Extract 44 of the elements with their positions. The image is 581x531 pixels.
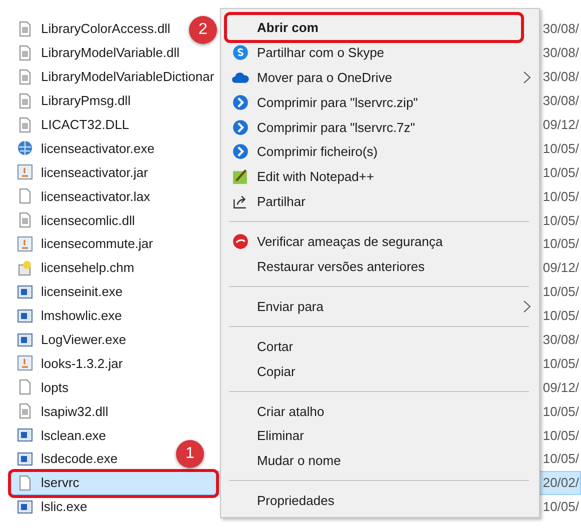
file-name: lslic.exe [41,499,88,514]
file-date: 10/05/ [542,308,579,324]
file-name: lopts [41,380,68,395]
file-name: licenseactivator.lax [41,188,150,204]
file-date: 10/05/ [542,356,579,371]
file-date: 30/08/ [542,69,579,84]
file-name: LogViewer.exe [41,332,126,348]
file-date: 10/05/ [542,404,579,419]
file-name: LibraryColorAccess.dll [41,21,170,36]
file-date: 10/05/ [542,451,579,466]
file-date: 30/08/ [542,45,579,60]
file-name: LICACT32.DLL [41,117,130,132]
file-date: 10/05/ [542,212,579,228]
file-date: 30/08/ [542,93,579,108]
file-date: 10/05/ [542,140,579,156]
file-date: 09/12/ [542,117,579,132]
file-date: 10/05/ [542,188,579,204]
file-name: LibraryPmsg.dll [41,93,131,108]
file-name: lservrc [41,475,80,490]
file-date: 09/12/ [542,260,579,276]
file-name: lsapiw32.dll [41,404,108,419]
file-name: looks-1.3.2.jar [41,356,123,371]
file-name: lsdecode.exe [41,451,118,466]
file-date: 20/02/ [542,475,579,490]
file-date: 10/05/ [542,284,579,300]
file-name: licensecommute.jar [41,236,153,252]
file-date: 10/05/ [542,164,579,180]
file-date: 10/05/ [542,499,579,514]
file-name: licenseactivator.exe [41,140,154,156]
file-date: 30/08/ [542,332,579,348]
file-name: licensehelp.chm [41,260,134,276]
file-date: 30/08/ [542,21,579,36]
step-badge: 1 [176,440,204,468]
file-name: licenseinit.exe [41,284,123,300]
file-name: LibraryModelVariableDictionar [41,69,214,84]
step-badge: 2 [189,16,217,44]
file-name: licenseactivator.jar [41,164,148,180]
file-name: licensecomlic.dll [41,212,135,228]
file-name: lmshowlic.exe [41,308,122,324]
file-name: LibraryModelVariable.dll [41,45,180,60]
file-name: lsclean.exe [41,428,106,443]
file-date: 09/12/ [542,380,579,395]
file-date: 10/05/ [542,428,579,443]
file-date: 10/05/ [542,236,579,252]
